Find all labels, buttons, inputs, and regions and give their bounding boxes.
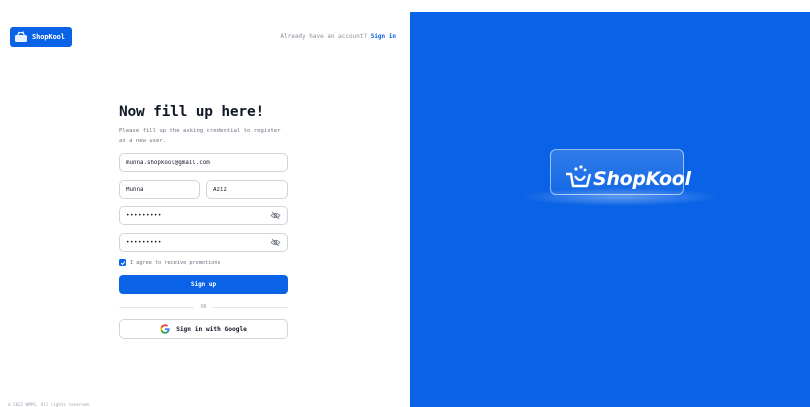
or-divider: OR — [119, 303, 288, 311]
promotions-label: I agree to receive promotions — [130, 259, 221, 266]
shopkool-logo-icon — [15, 31, 27, 42]
signin-prompt: Already have an account? Sign in — [280, 33, 396, 40]
page-subtitle: Please fill up the asking credential to … — [119, 128, 281, 144]
register-panel: ShopKool Already have an account? Sign i… — [0, 0, 410, 407]
check-icon — [120, 260, 125, 265]
divider-line — [119, 306, 195, 308]
divider-line — [212, 306, 288, 308]
email-field[interactable] — [119, 153, 288, 172]
google-signin-label: Sign in with Google — [176, 325, 247, 333]
eye-off-icon[interactable] — [270, 238, 281, 247]
register-form-heading: Now fill up here! Please fill up the ask… — [119, 104, 288, 146]
first-name-field[interactable] — [119, 180, 200, 199]
eye-off-icon[interactable] — [270, 211, 281, 220]
divider-label: OR — [200, 304, 207, 310]
promotions-checkbox[interactable] — [119, 259, 126, 266]
hero-panel: ShopKool — [410, 12, 810, 407]
google-icon — [160, 324, 170, 334]
page-title: Now fill up here! — [119, 104, 265, 120]
promotions-checkbox-row[interactable]: I agree to receive promotions — [119, 259, 221, 266]
brand-name: ShopKool — [32, 33, 65, 41]
last-name-field[interactable] — [206, 180, 288, 199]
signin-prompt-text: Already have an account? — [280, 33, 368, 40]
hero-brand-name: ShopKool — [593, 168, 691, 190]
footer-copyright: © 2022 WMPS. All rights reserved. — [8, 402, 92, 407]
signin-link[interactable]: Sign in — [371, 33, 396, 40]
confirm-password-field[interactable] — [119, 233, 288, 252]
google-signin-button[interactable]: Sign in with Google — [119, 319, 288, 339]
brand-logo[interactable]: ShopKool — [10, 27, 72, 47]
password-field[interactable] — [119, 206, 288, 225]
shopkool-logo-icon — [566, 165, 592, 188]
signup-button[interactable]: Sign up — [119, 275, 288, 294]
hero-reflection — [520, 188, 720, 206]
